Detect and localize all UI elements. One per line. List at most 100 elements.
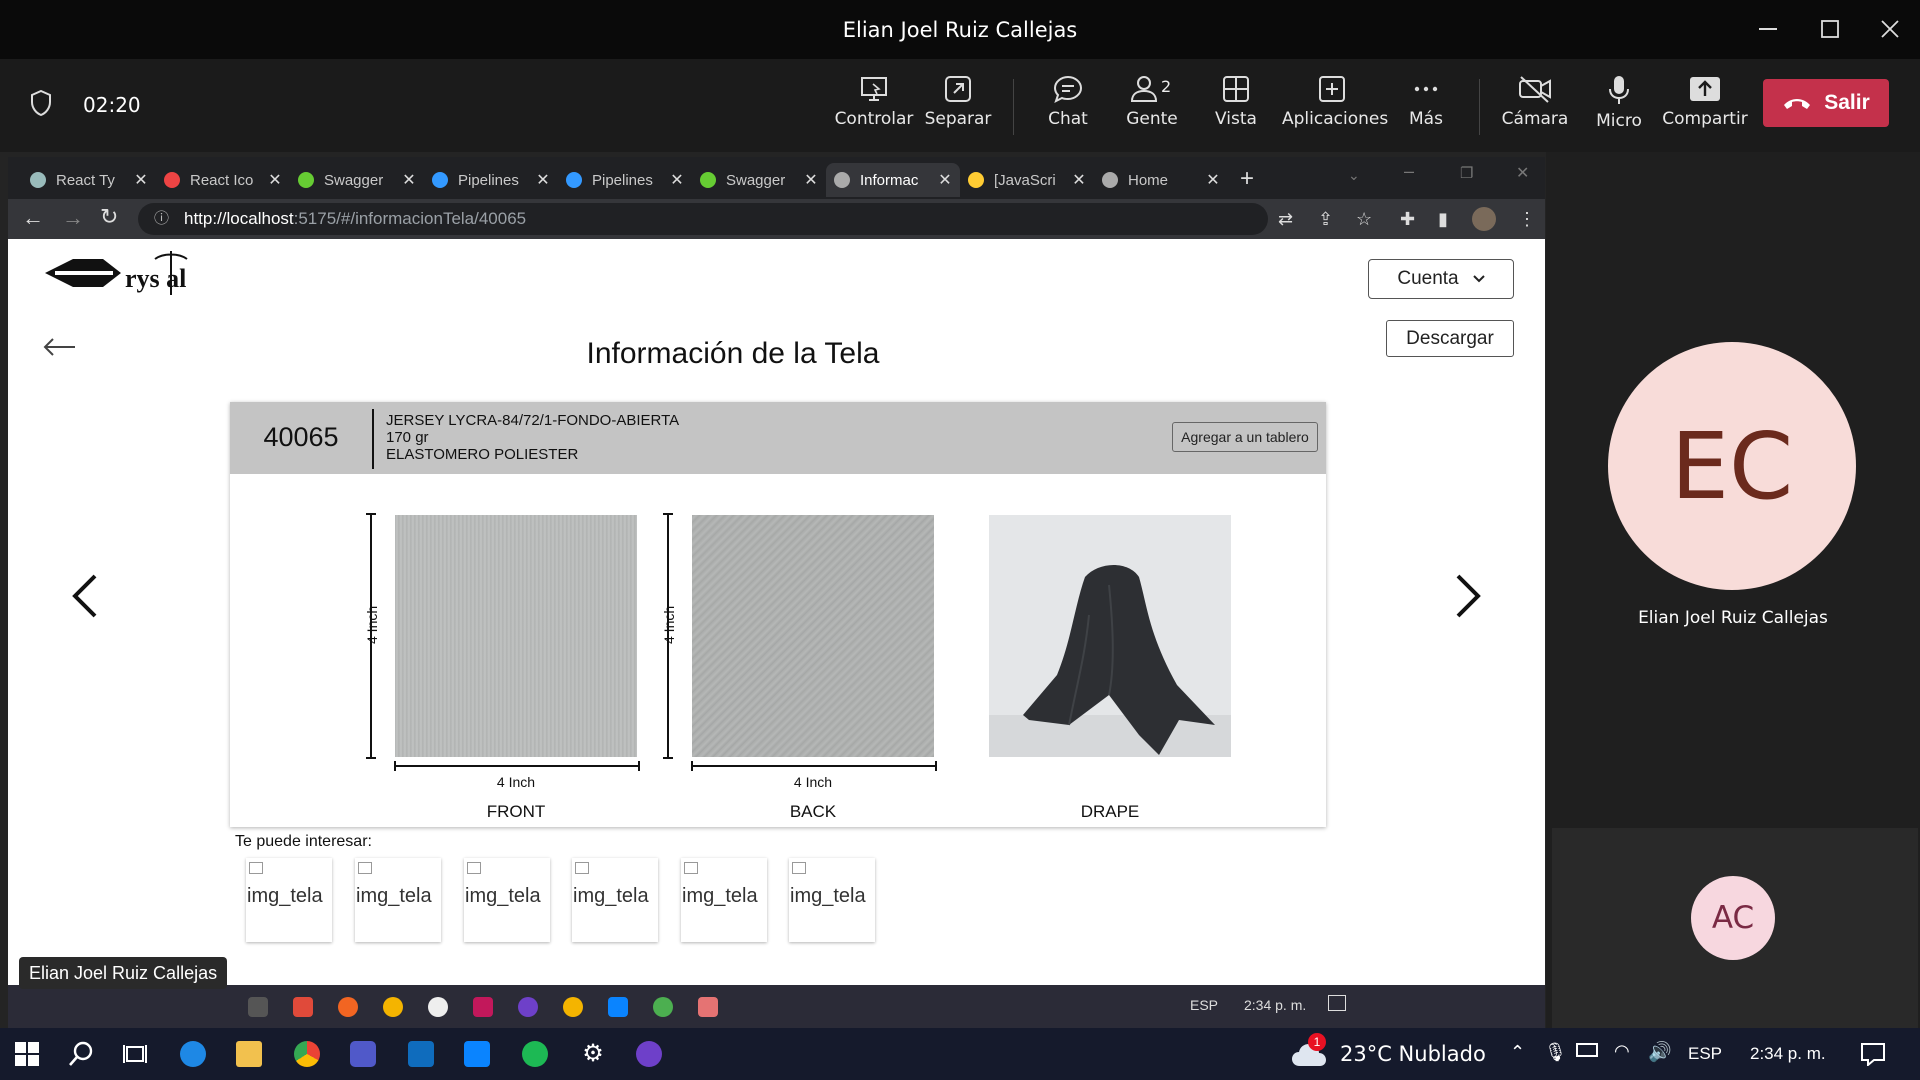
browser-menu-icon[interactable]: ⋮	[1518, 209, 1536, 230]
carousel-prev-button[interactable]	[71, 574, 99, 623]
participant-avatar[interactable]: EC	[1608, 342, 1856, 590]
suggestion-thumbnail[interactable]: img_tela	[789, 858, 875, 942]
drape-fabric-icon	[989, 565, 1231, 757]
openai-icon	[30, 172, 46, 188]
suggestion-alt: img_tela	[682, 885, 758, 907]
profile-avatar[interactable]	[1472, 207, 1496, 231]
extensions-icon[interactable]: ✚	[1400, 209, 1415, 230]
toolbar-divider	[1479, 79, 1480, 135]
minimize-icon[interactable]: –	[1404, 161, 1414, 182]
shared-screen: React Ty ✕ React Ico ✕ Swagger ✕ Pipelines ✕…	[0, 152, 1546, 1028]
popout-button[interactable]: Separar	[910, 75, 1006, 129]
suggestion-thumbnail[interactable]: img_tela	[355, 858, 441, 942]
suggestion-thumbnail[interactable]: img_tela	[681, 858, 767, 942]
back-swatch[interactable]	[692, 515, 934, 757]
view-button[interactable]: Vista	[1188, 75, 1284, 129]
add-to-board-button[interactable]: Agregar a un tablero	[1172, 422, 1318, 452]
search-icon[interactable]	[68, 1041, 94, 1067]
chrome-icon[interactable]	[294, 1041, 320, 1067]
broken-image-icon	[792, 862, 806, 874]
chrome-icon	[563, 997, 583, 1017]
bookmark-star-icon[interactable]: ☆	[1356, 209, 1372, 230]
close-tab-icon[interactable]: ✕	[536, 170, 550, 190]
github-icon[interactable]	[636, 1041, 662, 1067]
vscode-icon[interactable]	[464, 1041, 490, 1067]
close-window-button[interactable]	[1870, 12, 1910, 46]
suggestion-thumbnail[interactable]: img_tela	[572, 858, 658, 942]
participant-tile[interactable]: AC	[1552, 828, 1918, 1028]
language-indicator[interactable]: ESP	[1688, 1044, 1722, 1064]
edge-icon[interactable]	[180, 1041, 206, 1067]
translate-icon[interactable]: ⇄	[1278, 209, 1293, 230]
browser-tab[interactable]: Home ✕	[1094, 163, 1228, 197]
close-tab-icon[interactable]: ✕	[804, 170, 818, 190]
back-label: BACK	[789, 802, 837, 821]
chat-button[interactable]: Chat	[1020, 75, 1116, 129]
minimize-button[interactable]	[1748, 12, 1788, 46]
browser-tab[interactable]: Swagger ✕	[692, 163, 826, 197]
drape-image[interactable]	[989, 515, 1231, 757]
outlook-icon[interactable]	[408, 1041, 434, 1067]
suggestion-thumbnail[interactable]: img_tela	[464, 858, 550, 942]
browser-tab[interactable]: Pipelines ✕	[424, 163, 558, 197]
share-icon	[1690, 77, 1720, 101]
people-label: Gente	[1126, 109, 1178, 129]
control-button[interactable]: Controlar	[826, 75, 922, 129]
browser-tab[interactable]: [JavaScri ✕	[960, 163, 1094, 197]
front-swatch[interactable]	[395, 515, 637, 757]
more-button[interactable]: Más	[1378, 75, 1474, 129]
close-tab-icon[interactable]: ✕	[938, 170, 952, 190]
side-panel-icon[interactable]: ▮	[1438, 209, 1448, 230]
share-button[interactable]: Compartir	[1657, 75, 1753, 129]
notifications-icon[interactable]	[1860, 1042, 1886, 1066]
windows-start-icon[interactable]	[14, 1041, 40, 1067]
mic-button[interactable]: Micro	[1571, 75, 1667, 131]
reload-icon[interactable]: ↻	[100, 204, 118, 230]
mic-tray-icon[interactable]: 🎙	[1544, 1042, 1567, 1063]
wifi-icon[interactable]: ◠	[1614, 1041, 1630, 1062]
close-tab-icon[interactable]: ✕	[402, 170, 416, 190]
address-bar[interactable]: ⓘ http://localhost:5175/#/informacionTel…	[138, 203, 1268, 235]
download-button[interactable]: Descargar	[1386, 320, 1514, 357]
settings-gear-icon[interactable]: ⚙	[580, 1041, 606, 1067]
share-page-icon[interactable]: ⇪	[1318, 209, 1333, 230]
chevron-up-icon[interactable]: ⌃	[1510, 1042, 1525, 1063]
file-explorer-icon[interactable]	[236, 1041, 262, 1067]
browser-tab[interactable]: Pipelines ✕	[558, 163, 692, 197]
camera-button[interactable]: Cámara	[1487, 75, 1583, 129]
maximize-button[interactable]	[1810, 12, 1850, 46]
leave-button[interactable]: Salir	[1763, 79, 1889, 127]
crystal-logo[interactable]: rys al	[43, 247, 213, 304]
people-button[interactable]: 2 Gente	[1104, 75, 1200, 129]
forward-icon[interactable]: →	[62, 205, 84, 231]
postman-icon	[338, 997, 358, 1017]
close-tab-icon[interactable]: ✕	[670, 170, 684, 190]
weather-text[interactable]: 23°C Nublado	[1340, 1042, 1486, 1066]
close-tab-icon[interactable]: ✕	[268, 170, 282, 190]
close-icon[interactable]: ✕	[1516, 163, 1529, 183]
browser-tab-active[interactable]: Informac ✕	[826, 163, 960, 197]
volume-icon[interactable]: 🔊	[1648, 1040, 1672, 1064]
account-dropdown[interactable]: Cuenta	[1368, 259, 1514, 299]
battery-icon[interactable]	[1576, 1043, 1598, 1057]
new-tab-button[interactable]: +	[1240, 165, 1254, 193]
apps-button[interactable]: Aplicaciones	[1282, 75, 1388, 129]
carousel-next-button[interactable]	[1454, 574, 1482, 623]
tab-search-icon[interactable]: ⌄	[1348, 167, 1360, 184]
close-tab-icon[interactable]: ✕	[134, 170, 148, 190]
drape-label: DRAPE	[1080, 802, 1140, 821]
spotify-icon[interactable]	[522, 1041, 548, 1067]
close-tab-icon[interactable]: ✕	[1206, 170, 1220, 190]
browser-tab[interactable]: React Ty ✕	[22, 163, 156, 197]
js-icon	[968, 172, 984, 188]
teams-icon[interactable]	[350, 1041, 376, 1067]
broken-image-icon	[467, 862, 481, 874]
back-icon[interactable]: ←	[22, 205, 44, 231]
suggestion-thumbnail[interactable]: img_tela	[246, 858, 332, 942]
browser-tab[interactable]: Swagger ✕	[290, 163, 424, 197]
close-tab-icon[interactable]: ✕	[1072, 170, 1086, 190]
system-clock[interactable]: 2:34 p. m.	[1750, 1044, 1826, 1064]
task-view-icon[interactable]	[122, 1041, 148, 1067]
restore-icon[interactable]: ❐	[1460, 164, 1473, 182]
browser-tab[interactable]: React Ico ✕	[156, 163, 290, 197]
